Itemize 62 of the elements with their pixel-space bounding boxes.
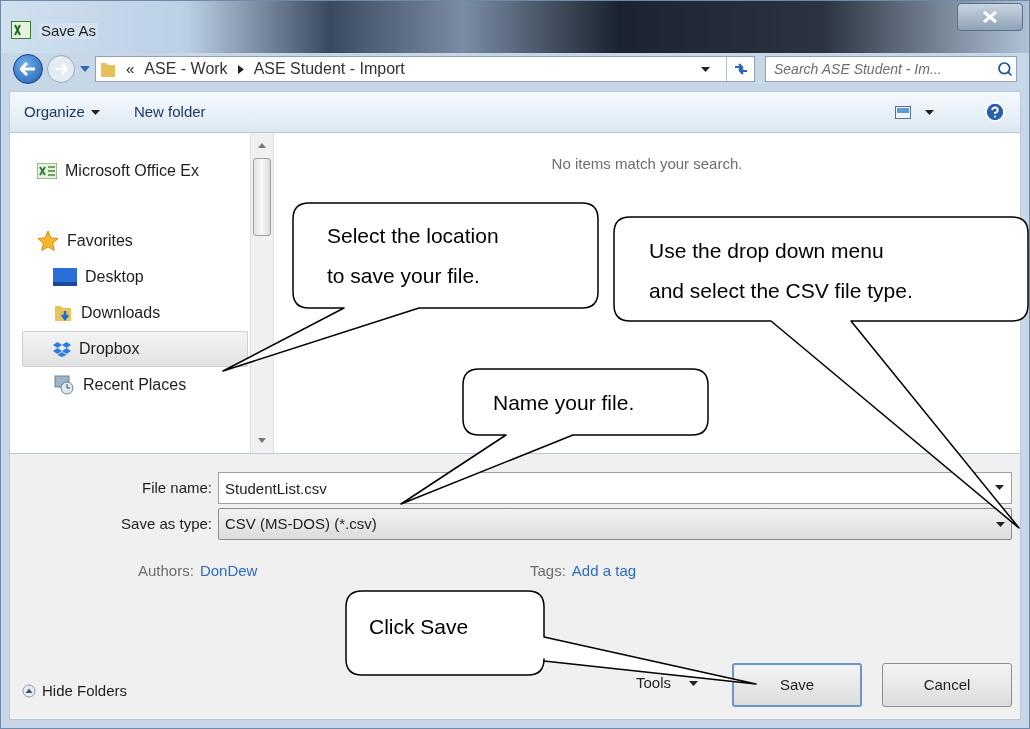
callout-text: Select the location to save your file. xyxy=(327,223,500,289)
breadcrumb-item[interactable]: ASE - Work xyxy=(144,57,228,81)
help-icon[interactable] xyxy=(984,101,1006,123)
file-type-dropdown[interactable]: CSV (MS-DOS) (*.csv) xyxy=(218,508,1012,540)
scroll-up-icon xyxy=(258,143,266,148)
caret-icon xyxy=(80,66,90,72)
star-icon xyxy=(37,230,59,252)
folder-icon xyxy=(100,60,116,78)
nav-group-header[interactable]: Favorites xyxy=(22,223,248,259)
back-arrow-icon xyxy=(20,62,36,76)
save-button[interactable]: Save xyxy=(732,663,862,707)
field-label: File name: xyxy=(140,477,213,498)
search-field[interactable]: Search ASE Student - Im... xyxy=(765,56,1017,82)
spreadsheet-icon xyxy=(11,21,31,39)
nav-item[interactable]: Downloads xyxy=(22,295,248,331)
callout-text: Use the drop down menu and select the CSV file type. xyxy=(649,238,914,304)
caret-icon xyxy=(90,109,100,115)
recent-places-icon xyxy=(53,374,75,396)
forward-arrow-icon xyxy=(54,63,68,75)
chevron-icon xyxy=(237,64,244,74)
nav-item[interactable]: Recent Places xyxy=(22,367,248,403)
dropdown-arrow-icon xyxy=(996,521,1005,527)
meta-link[interactable]: Add a tag xyxy=(571,559,637,583)
close-button[interactable] xyxy=(957,3,1023,31)
meta-link[interactable]: DonDew xyxy=(199,559,258,583)
view-icon xyxy=(895,105,911,119)
spreadsheet-icon xyxy=(37,163,57,179)
hide-folders-button[interactable]: Hide Folders xyxy=(22,679,128,703)
collapse-icon xyxy=(22,684,36,698)
refresh-icon xyxy=(732,63,749,75)
folder-download-icon xyxy=(53,303,73,323)
nav-item[interactable]: Desktop xyxy=(22,259,248,295)
cancel-button[interactable]: Cancel xyxy=(882,663,1012,707)
breadcrumb-overflow[interactable]: « xyxy=(126,57,135,81)
meta-label: Authors: xyxy=(138,560,194,581)
caret-icon xyxy=(689,680,698,686)
view-menu[interactable] xyxy=(895,105,934,119)
new-folder-button[interactable]: New folder xyxy=(133,100,206,124)
desktop-icon xyxy=(53,268,77,286)
file-name-field[interactable]: StudentList.csv xyxy=(218,472,1012,504)
nav-item[interactable]: Dropbox xyxy=(22,331,248,367)
empty-message: No items match your search. xyxy=(551,154,743,174)
callout-text: Name your file. xyxy=(493,390,636,416)
breadcrumb-item[interactable]: ASE Student - Import xyxy=(253,57,405,81)
field-label: Save as type: xyxy=(120,513,213,534)
nav-item[interactable]: Microsoft Office Ex xyxy=(22,153,248,189)
address-bar[interactable]: « ASE - Work ASE Student - Import xyxy=(95,56,755,82)
back-button[interactable] xyxy=(13,54,43,84)
dropbox-icon xyxy=(53,341,71,357)
dropdown-arrow-icon xyxy=(995,485,1004,490)
close-icon xyxy=(983,11,997,23)
meta-label: Tags: xyxy=(530,560,566,581)
callout-text: Click Save xyxy=(369,614,470,640)
search-icon xyxy=(997,61,1013,77)
window-title: Save As xyxy=(39,23,99,39)
caret-icon xyxy=(925,109,934,115)
organize-menu[interactable]: Organize xyxy=(24,100,100,124)
tools-menu[interactable]: Tools xyxy=(635,671,698,695)
nav-scrollbar[interactable] xyxy=(250,133,274,453)
caret-icon xyxy=(701,66,710,72)
scroll-down-icon xyxy=(258,438,266,443)
scrollbar-thumb[interactable] xyxy=(253,158,271,236)
